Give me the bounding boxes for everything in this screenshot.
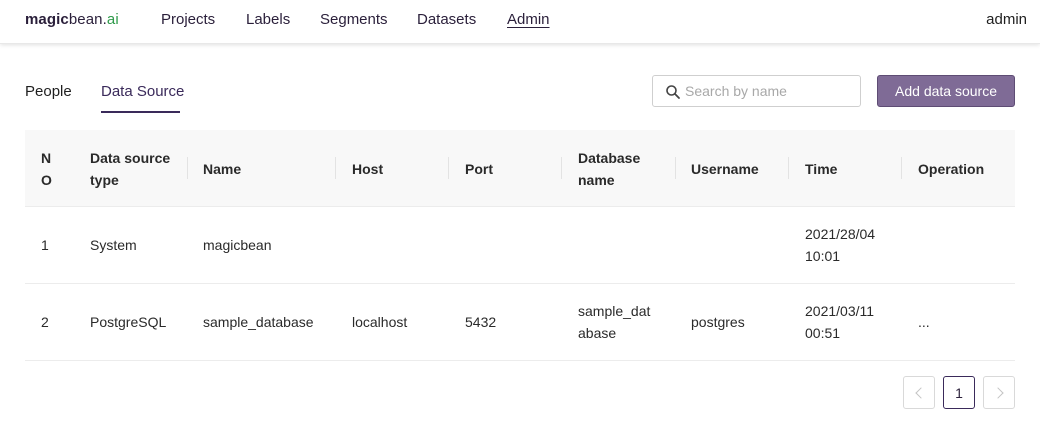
- add-data-source-button[interactable]: Add data source: [877, 75, 1015, 107]
- column-header-time: Time: [805, 160, 838, 177]
- pagination-next-button[interactable]: [983, 376, 1015, 409]
- column-divider: [187, 157, 188, 179]
- nav-item-labels[interactable]: Labels: [246, 11, 290, 29]
- column-divider: [675, 157, 676, 179]
- cell-port: 5432: [465, 314, 497, 330]
- cell-host: localhost: [352, 314, 408, 330]
- cell-database-name: sample_dat abase: [578, 303, 651, 341]
- column-header-name: Name: [203, 160, 242, 177]
- nav-item-segments[interactable]: Segments: [320, 11, 388, 29]
- cell-name: magicbean: [203, 237, 272, 253]
- column-divider: [561, 157, 562, 179]
- column-divider: [448, 157, 449, 179]
- nav-item-projects[interactable]: Projects: [161, 11, 215, 29]
- logo[interactable]: magicbean.ai: [25, 11, 119, 29]
- table-header: N O Data source type Name Host Port Data…: [25, 130, 1015, 207]
- tab-data-source[interactable]: Data Source: [101, 83, 184, 101]
- table-row: 2 PostgreSQL sample_database localhost 5…: [25, 284, 1015, 361]
- cell-name: sample_database: [203, 314, 314, 330]
- column-header-host: Host: [352, 160, 384, 177]
- column-divider: [335, 157, 336, 179]
- pagination-prev-button[interactable]: [903, 376, 935, 409]
- table-row: 1 System magicbean 2021/28/04 10:01: [25, 207, 1015, 284]
- column-header-database-name: Database name: [578, 149, 641, 188]
- operation-more-button[interactable]: ...: [918, 284, 930, 360]
- cell-time: 2021/28/04 10:01: [805, 226, 876, 264]
- column-header-operation: Operation: [918, 160, 985, 177]
- cell-username: postgres: [691, 314, 745, 330]
- cell-data-source-type: System: [90, 237, 137, 253]
- column-header-no: N O: [41, 149, 52, 188]
- top-nav-bar: magicbean.ai Projects Labels Segments Da…: [0, 0, 1040, 44]
- cell-time: 2021/03/11 00:51: [805, 303, 875, 341]
- nav-item-admin[interactable]: Admin: [507, 11, 550, 29]
- column-header-username: Username: [691, 160, 759, 177]
- column-divider: [901, 157, 902, 179]
- chevron-right-icon: [991, 386, 1004, 399]
- pagination-page-button[interactable]: 1: [943, 376, 975, 409]
- active-tab-indicator: [101, 111, 180, 113]
- cell-no: 2: [41, 314, 49, 330]
- tab-people[interactable]: People: [25, 83, 72, 101]
- search-box[interactable]: [652, 75, 861, 107]
- user-menu[interactable]: admin: [986, 11, 1027, 29]
- search-icon: [666, 85, 680, 99]
- cell-data-source-type: PostgreSQL: [90, 314, 167, 330]
- logo-bold: magic: [25, 11, 69, 28]
- logo-accent: ai: [106, 11, 119, 28]
- cell-no: 1: [41, 237, 49, 253]
- column-divider: [788, 157, 789, 179]
- chevron-left-icon: [914, 386, 927, 399]
- column-header-data-source-type: Data source type: [90, 149, 171, 188]
- logo-regular: bean.: [68, 11, 107, 28]
- data-source-table: N O Data source type Name Host Port Data…: [25, 130, 1015, 361]
- column-header-port: Port: [465, 160, 493, 177]
- search-input[interactable]: [683, 76, 853, 106]
- nav-item-datasets[interactable]: Datasets: [417, 11, 476, 29]
